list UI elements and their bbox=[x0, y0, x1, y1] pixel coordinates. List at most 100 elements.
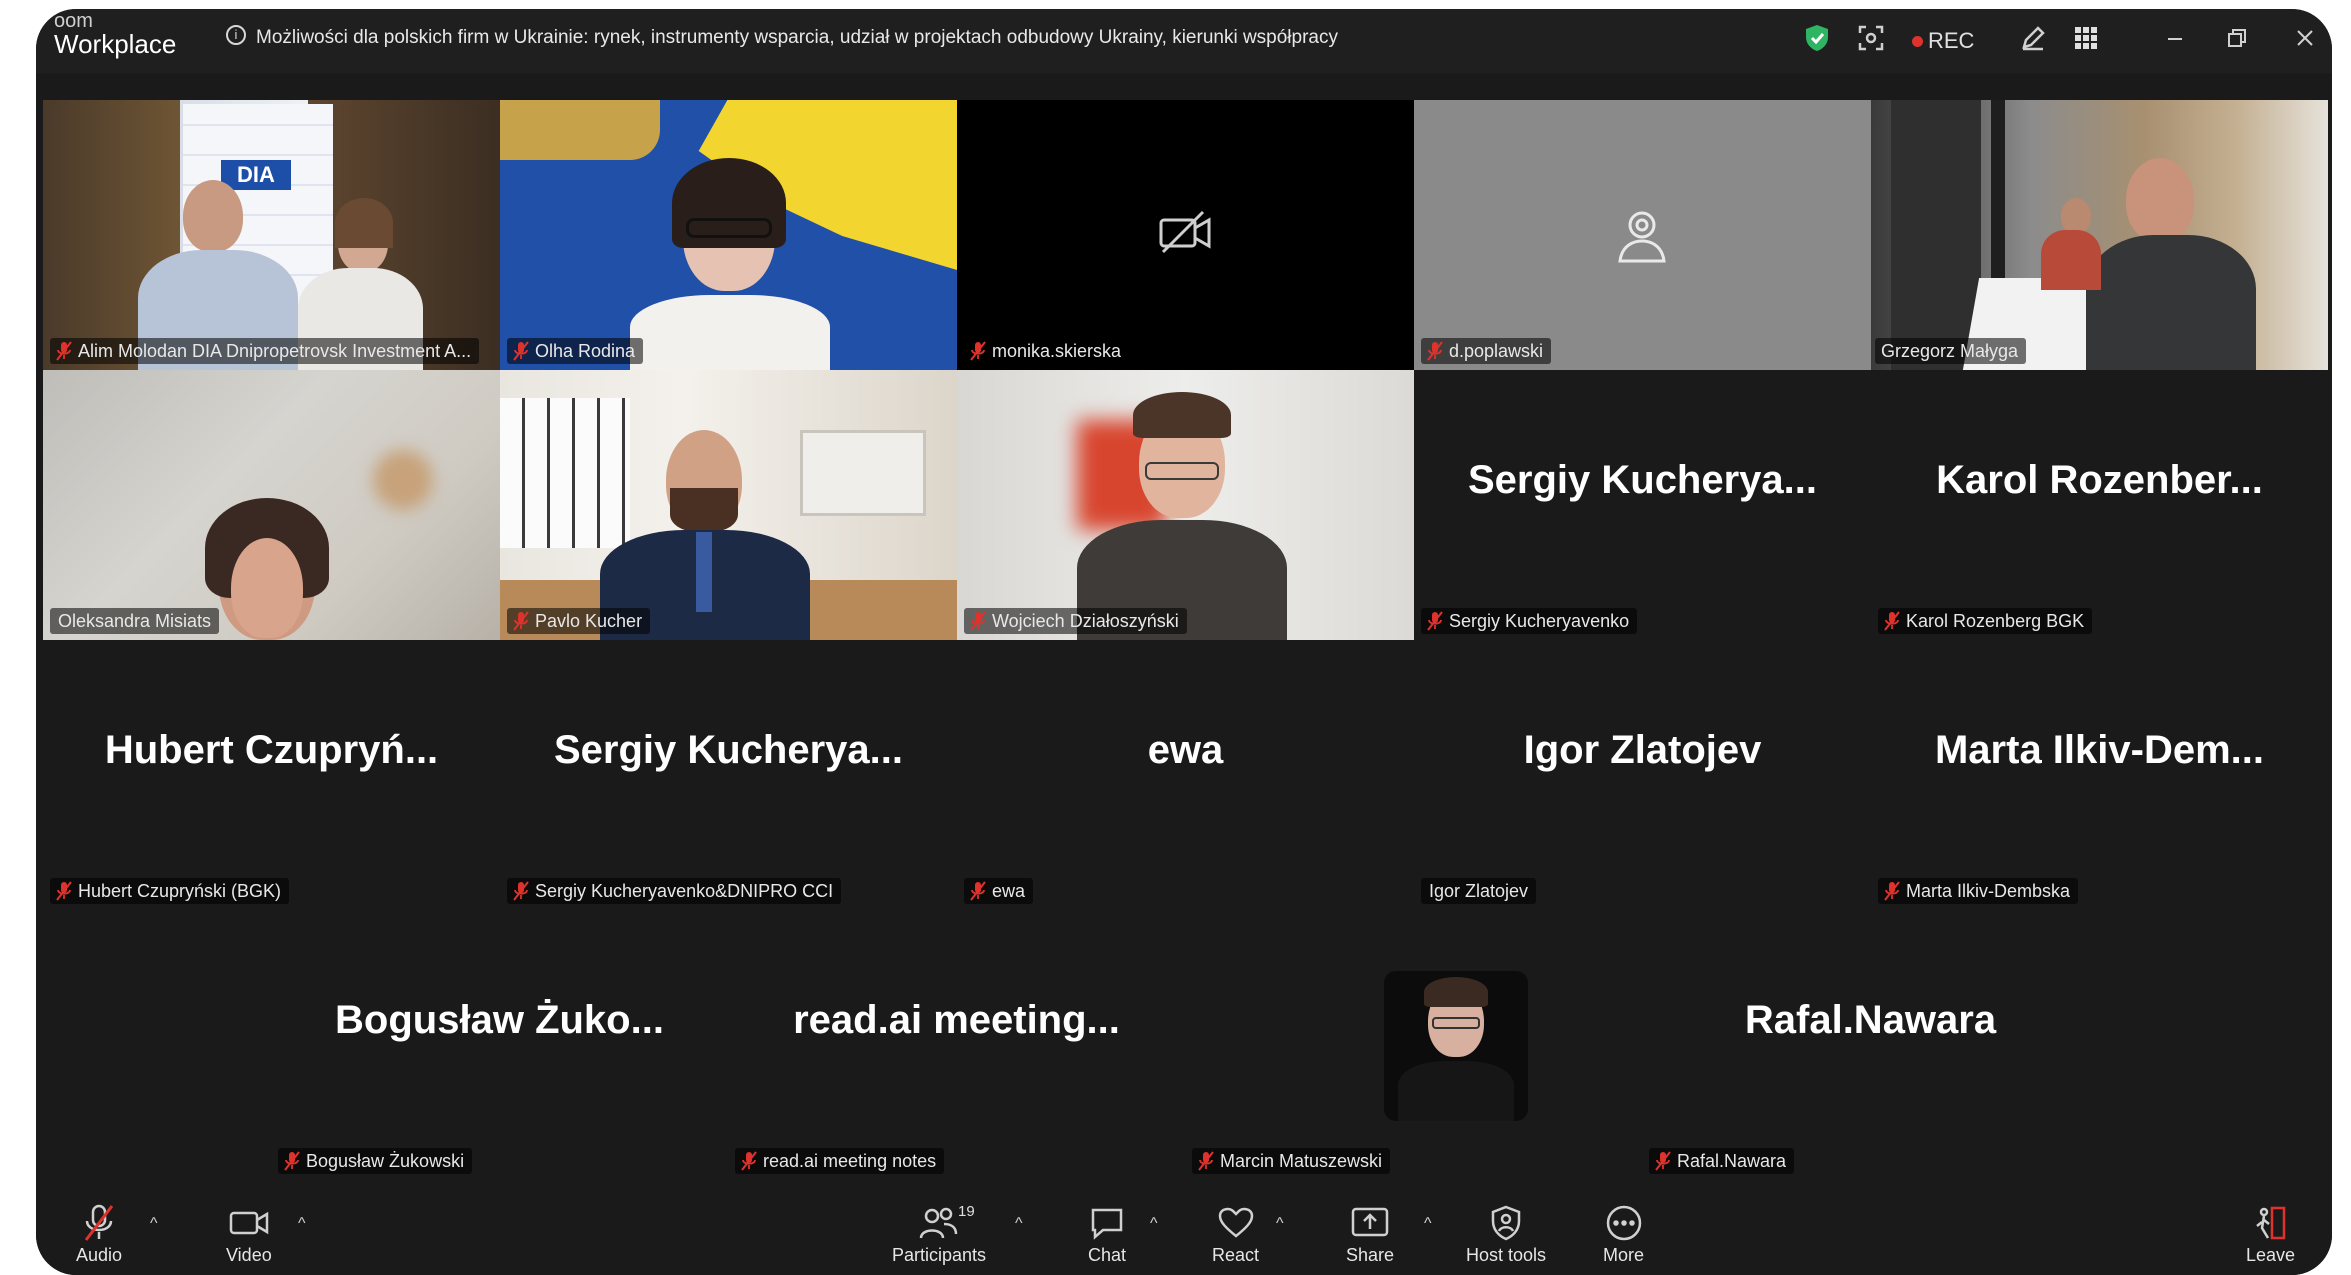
participant-name: read.ai meeting notes bbox=[763, 1151, 937, 1171]
participant-name-label: ewa bbox=[964, 878, 1034, 904]
participant-name: Igor Zlatojev bbox=[1429, 881, 1529, 901]
more-ellipsis-icon bbox=[1605, 1203, 1643, 1243]
participant-video bbox=[957, 370, 1414, 640]
participant-tile[interactable]: Olha Rodina bbox=[500, 100, 957, 370]
close-window-icon[interactable] bbox=[2294, 23, 2316, 53]
participant-tile[interactable]: Wojciech Działoszyński bbox=[957, 370, 1414, 640]
participant-name: Marcin Matuszewski bbox=[1220, 1151, 1383, 1171]
recording-indicator[interactable]: REC bbox=[1912, 26, 1974, 56]
participants-options-chevron-icon[interactable]: ^ bbox=[1015, 1215, 1023, 1233]
participant-tile[interactable]: Bogusław Żuko... Bogusław Żukowski bbox=[271, 910, 728, 1180]
participant-name: Marta Ilkiv-Dembska bbox=[1906, 881, 2071, 901]
participants-count: 19 bbox=[958, 1203, 975, 1220]
mic-muted-icon bbox=[1884, 611, 1900, 631]
participant-tile[interactable]: Marta Ilkiv-Dem... Marta Ilkiv-Dembska bbox=[1871, 640, 2328, 910]
participant-tile[interactable]: Pavlo Kucher bbox=[500, 370, 957, 640]
participant-name-label: Hubert Czupryński (BGK) bbox=[50, 878, 290, 904]
gallery-grid-icon[interactable] bbox=[2074, 23, 2098, 53]
participant-name-label: Pavlo Kucher bbox=[507, 608, 651, 634]
participant-name: Sergiy Kucheryavenko&DNIPRO CCI bbox=[535, 881, 834, 901]
annotate-pen-icon[interactable] bbox=[2020, 23, 2046, 53]
heart-icon bbox=[1218, 1203, 1254, 1243]
participant-name: ewa bbox=[992, 881, 1026, 901]
info-icon[interactable]: i bbox=[226, 25, 246, 45]
participant-video bbox=[500, 370, 957, 640]
react-label: React bbox=[1212, 1245, 1260, 1265]
participant-tile[interactable]: Oleksandra Misiats bbox=[43, 370, 500, 640]
participant-tile[interactable]: Igor Zlatojev Igor Zlatojev bbox=[1414, 640, 1871, 910]
minimize-icon[interactable] bbox=[2164, 23, 2186, 53]
participant-tile[interactable]: monika.skierska bbox=[957, 100, 1414, 370]
participant-name: Oleksandra Misiats bbox=[58, 611, 212, 631]
participant-name-label: Sergiy Kucheryavenko bbox=[1421, 608, 1638, 634]
more-label: More bbox=[1603, 1245, 1645, 1265]
participant-display-name: Marta Ilkiv-Dem... bbox=[1934, 728, 2264, 772]
leave-label: Leave bbox=[2246, 1245, 2296, 1265]
mic-muted-icon bbox=[82, 1203, 116, 1243]
mic-muted-icon bbox=[1427, 341, 1443, 361]
participant-video bbox=[500, 100, 957, 370]
mic-muted-icon bbox=[56, 881, 72, 901]
leave-button[interactable]: Leave bbox=[2246, 1203, 2295, 1266]
participant-name: Rafal.Nawara bbox=[1677, 1151, 1787, 1171]
participant-video: DIA bbox=[43, 100, 500, 370]
restore-window-icon[interactable] bbox=[2226, 23, 2248, 53]
participant-name-label: read.ai meeting notes bbox=[735, 1148, 945, 1174]
mic-muted-icon bbox=[513, 881, 529, 901]
mic-muted-icon bbox=[513, 611, 529, 631]
chat-options-chevron-icon[interactable]: ^ bbox=[1150, 1215, 1158, 1233]
mic-muted-icon bbox=[970, 881, 986, 901]
participant-tile[interactable]: Sergiy Kucherya... Sergiy Kucheryavenko&… bbox=[500, 640, 957, 910]
encryption-shield-icon[interactable] bbox=[1804, 23, 1830, 53]
participants-icon: 19 bbox=[918, 1203, 975, 1243]
participant-display-name: read.ai meeting... bbox=[793, 998, 1120, 1042]
participant-name: Grzegorz Małyga bbox=[1881, 341, 2019, 361]
participant-name: Bogusław Żukowski bbox=[306, 1151, 465, 1171]
mic-muted-icon bbox=[970, 341, 986, 361]
view-focus-icon[interactable] bbox=[1858, 23, 1884, 53]
title-bar: oom Workplace i Możliwości dla polskich … bbox=[36, 9, 2332, 73]
mic-muted-icon bbox=[741, 1151, 757, 1171]
participant-name-label: Wojciech Działoszyński bbox=[964, 608, 1187, 634]
shield-icon bbox=[1490, 1203, 1522, 1243]
audio-label: Audio bbox=[76, 1245, 123, 1265]
participant-display-name: Hubert Czupryń... bbox=[104, 728, 439, 772]
participant-name-label: Rafal.Nawara bbox=[1649, 1148, 1795, 1174]
mic-muted-icon bbox=[1198, 1151, 1214, 1171]
participant-display-name: Rafal.Nawara bbox=[1744, 998, 1997, 1042]
participant-name-label: Oleksandra Misiats bbox=[50, 608, 220, 634]
video-options-chevron-icon[interactable]: ^ bbox=[298, 1215, 306, 1233]
participant-tile[interactable]: read.ai meeting... read.ai meeting notes bbox=[728, 910, 1185, 1180]
participant-display-name: Karol Rozenber... bbox=[1936, 458, 2263, 502]
share-options-chevron-icon[interactable]: ^ bbox=[1424, 1215, 1432, 1233]
participant-tile[interactable]: Rafal.Nawara Rafal.Nawara bbox=[1642, 910, 2099, 1180]
participants-button[interactable]: 19 Participants bbox=[892, 1203, 986, 1266]
participant-tile[interactable]: ewa ewa bbox=[957, 640, 1414, 910]
participant-display-name: Sergiy Kucherya... bbox=[1467, 458, 1818, 502]
participant-display-name: Bogusław Żuko... bbox=[335, 998, 664, 1042]
participant-tile[interactable]: DIA Alim Molodan DIA Dnipropetrovsk Inve… bbox=[43, 100, 500, 370]
react-options-chevron-icon[interactable]: ^ bbox=[1276, 1215, 1284, 1233]
chat-button[interactable]: Chat bbox=[1088, 1203, 1126, 1266]
video-button[interactable]: Video bbox=[226, 1203, 272, 1266]
gallery-view: DIA Alim Molodan DIA Dnipropetrovsk Inve… bbox=[43, 100, 2328, 1200]
participant-name: Wojciech Działoszyński bbox=[992, 611, 1179, 631]
share-button[interactable]: Share bbox=[1346, 1203, 1394, 1266]
participant-display-name: ewa bbox=[1147, 728, 1224, 772]
more-button[interactable]: More bbox=[1603, 1203, 1644, 1266]
participant-name: d.poplawski bbox=[1449, 341, 1544, 361]
participants-label: Participants bbox=[892, 1245, 987, 1265]
audio-options-chevron-icon[interactable]: ^ bbox=[150, 1215, 158, 1233]
participant-name: monika.skierska bbox=[992, 341, 1122, 361]
mic-muted-icon bbox=[56, 341, 72, 361]
participant-tile[interactable]: d.poplawski bbox=[1414, 100, 1871, 370]
participant-tile[interactable]: Marcin Matuszewski bbox=[1185, 910, 1642, 1180]
participant-tile[interactable]: Karol Rozenber... Karol Rozenberg BGK bbox=[1871, 370, 2328, 640]
react-button[interactable]: React bbox=[1212, 1203, 1259, 1266]
participant-tile[interactable]: Sergiy Kucherya... Sergiy Kucheryavenko bbox=[1414, 370, 1871, 640]
audio-button[interactable]: Audio bbox=[76, 1203, 122, 1266]
share-label: Share bbox=[1346, 1245, 1395, 1265]
participant-tile-active-speaker[interactable]: Grzegorz Małyga bbox=[1871, 100, 2328, 370]
participant-tile[interactable]: Hubert Czupryń... Hubert Czupryński (BGK… bbox=[43, 640, 500, 910]
host-tools-button[interactable]: Host tools bbox=[1466, 1203, 1546, 1266]
